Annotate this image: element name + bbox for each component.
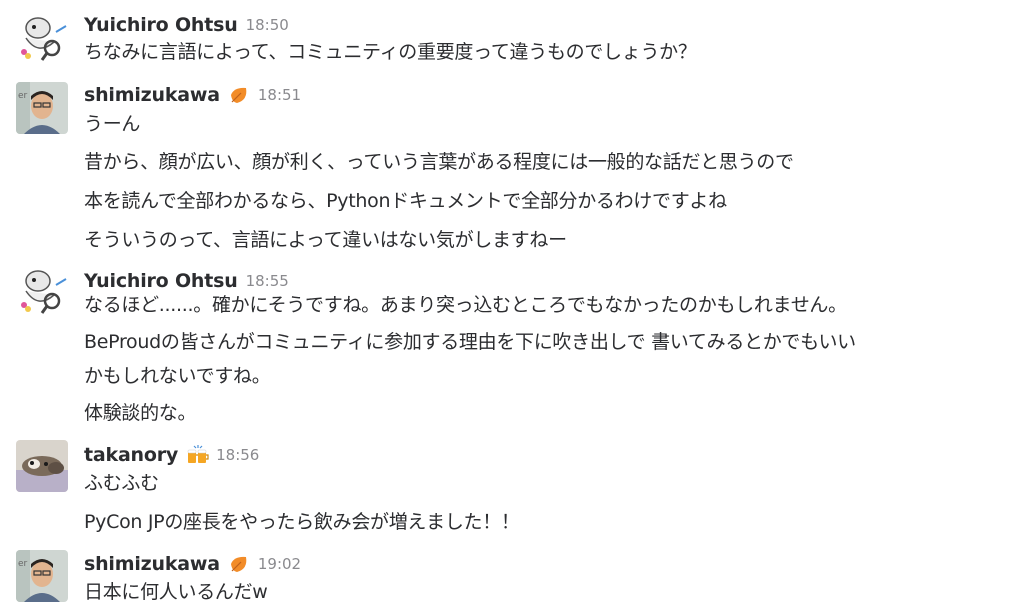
message-text: PyCon JPの座長をやったら飲み会が増えました！！ <box>84 511 520 533</box>
message-text: なるほど......。確かにそうですね。あまり突っ込むところでもなかったのかもし… <box>84 294 847 316</box>
author-name[interactable]: Yuichiro Ohtsu <box>84 270 238 292</box>
author-name[interactable]: shimizukawa <box>84 553 220 575</box>
svg-text:er: er <box>18 559 28 569</box>
timestamp[interactable]: 18:50 <box>246 16 289 34</box>
orange-leaf-icon <box>228 84 250 106</box>
timestamp[interactable]: 18:55 <box>246 272 289 290</box>
message-text: BeProudの皆さんがコミュニティに参加する理由を下に吹き出しで 書いてみると… <box>84 331 856 353</box>
message-header: takanory 18:56 <box>84 441 259 469</box>
timestamp[interactable]: 18:51 <box>258 86 301 104</box>
avatar-takanory[interactable] <box>16 440 68 492</box>
author-name[interactable]: Yuichiro Ohtsu <box>84 14 238 36</box>
author-name[interactable]: shimizukawa <box>84 84 220 106</box>
message-header: shimizukawa 18:51 <box>84 81 301 109</box>
timestamp[interactable]: 19:02 <box>258 555 301 573</box>
message-text: ふむふむ <box>84 472 159 494</box>
svg-text:er: er <box>18 91 28 101</box>
message-header: Yuichiro Ohtsu 18:50 <box>84 11 289 39</box>
avatar-yuichiro[interactable] <box>16 265 68 317</box>
timestamp[interactable]: 18:56 <box>216 446 259 464</box>
message-text: そういうのって、言語によって違いはない気がしますねー <box>84 229 567 251</box>
avatar-shimizukawa[interactable]: er <box>16 82 68 134</box>
message-text: 体験談的な。 <box>84 402 197 424</box>
message-header: shimizukawa 19:02 <box>84 550 301 578</box>
author-name[interactable]: takanory <box>84 444 178 466</box>
message-text: 本を読んで全部わかるなら、Pythonドキュメントで全部分かるわけですよね <box>84 190 727 212</box>
beer-mugs-icon <box>186 444 209 466</box>
message-text: 日本に何人いるんだw <box>84 581 268 603</box>
message-text: うーん <box>84 113 141 135</box>
message-text: ちなみに言語によって、コミュニティの重要度って違うものでしょうか？ <box>84 41 697 63</box>
avatar-yuichiro[interactable] <box>16 12 68 64</box>
orange-leaf-icon <box>228 553 250 575</box>
message-text: かもしれないですね。 <box>84 365 271 387</box>
avatar-shimizukawa[interactable]: er <box>16 550 68 602</box>
message-text: 昔から、顔が広い、顔が利く、っていう言葉がある程度には一般的な話だと思うので <box>84 151 794 173</box>
